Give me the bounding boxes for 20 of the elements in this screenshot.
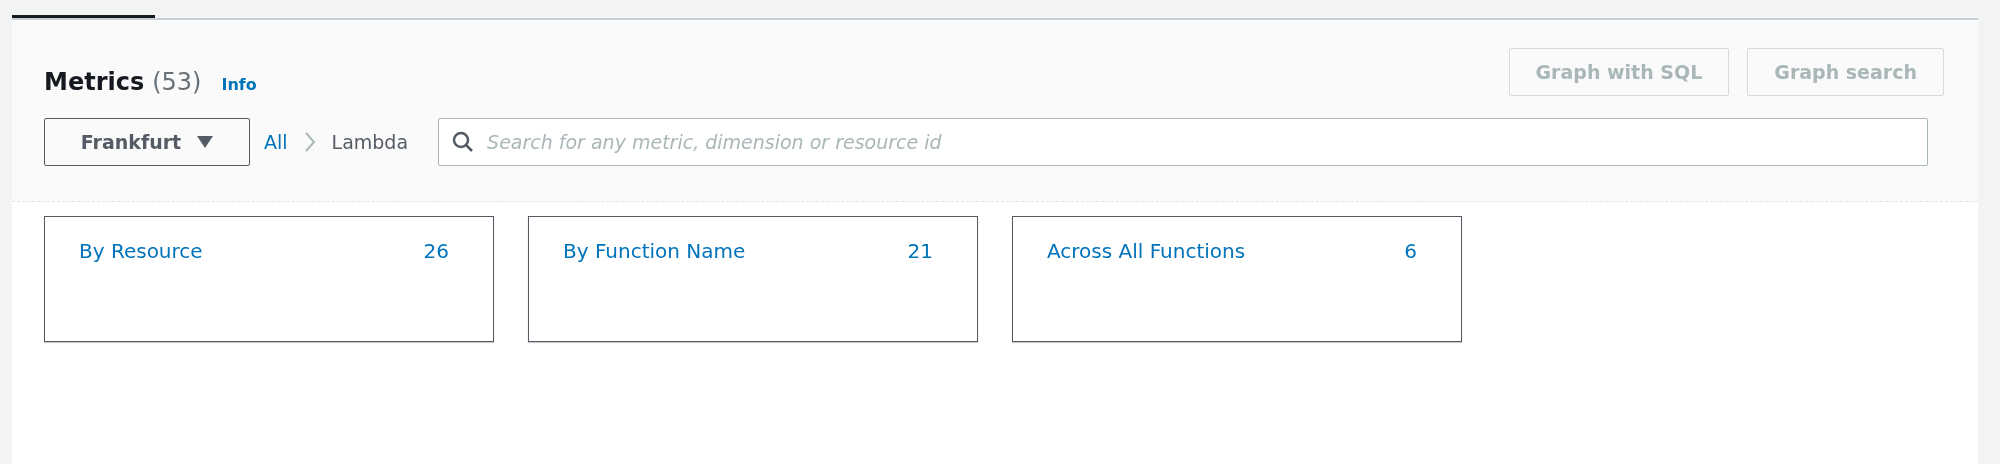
category-card[interactable]: By Function Name 21 [528,216,978,342]
category-card[interactable]: By Resource 26 [44,216,494,342]
card-link[interactable]: By Resource [79,239,203,263]
card-link[interactable]: Across All Functions [1047,239,1246,263]
tab-indicator[interactable] [12,15,155,18]
info-link[interactable]: Info [221,75,257,94]
breadcrumb-link[interactable]: All [264,131,288,153]
card-count: 21 [907,239,933,263]
card-link[interactable]: By Function Name [563,239,746,263]
search-icon [452,131,475,153]
breadcrumb-current: Lambda [331,131,409,153]
panel-title: Metrics [44,68,145,96]
category-card[interactable]: Across All Functions 6 [1012,216,1462,342]
search-field[interactable]: Search for any metric, dimension or resource id [438,118,1928,166]
chevron-icon [303,131,316,153]
card-count: 6 [1404,239,1417,263]
card-count: 26 [423,239,449,263]
metrics-count: (53) [152,68,202,96]
region-dropdown[interactable]: Frankfurt [44,118,250,166]
caret-icon [197,136,214,148]
